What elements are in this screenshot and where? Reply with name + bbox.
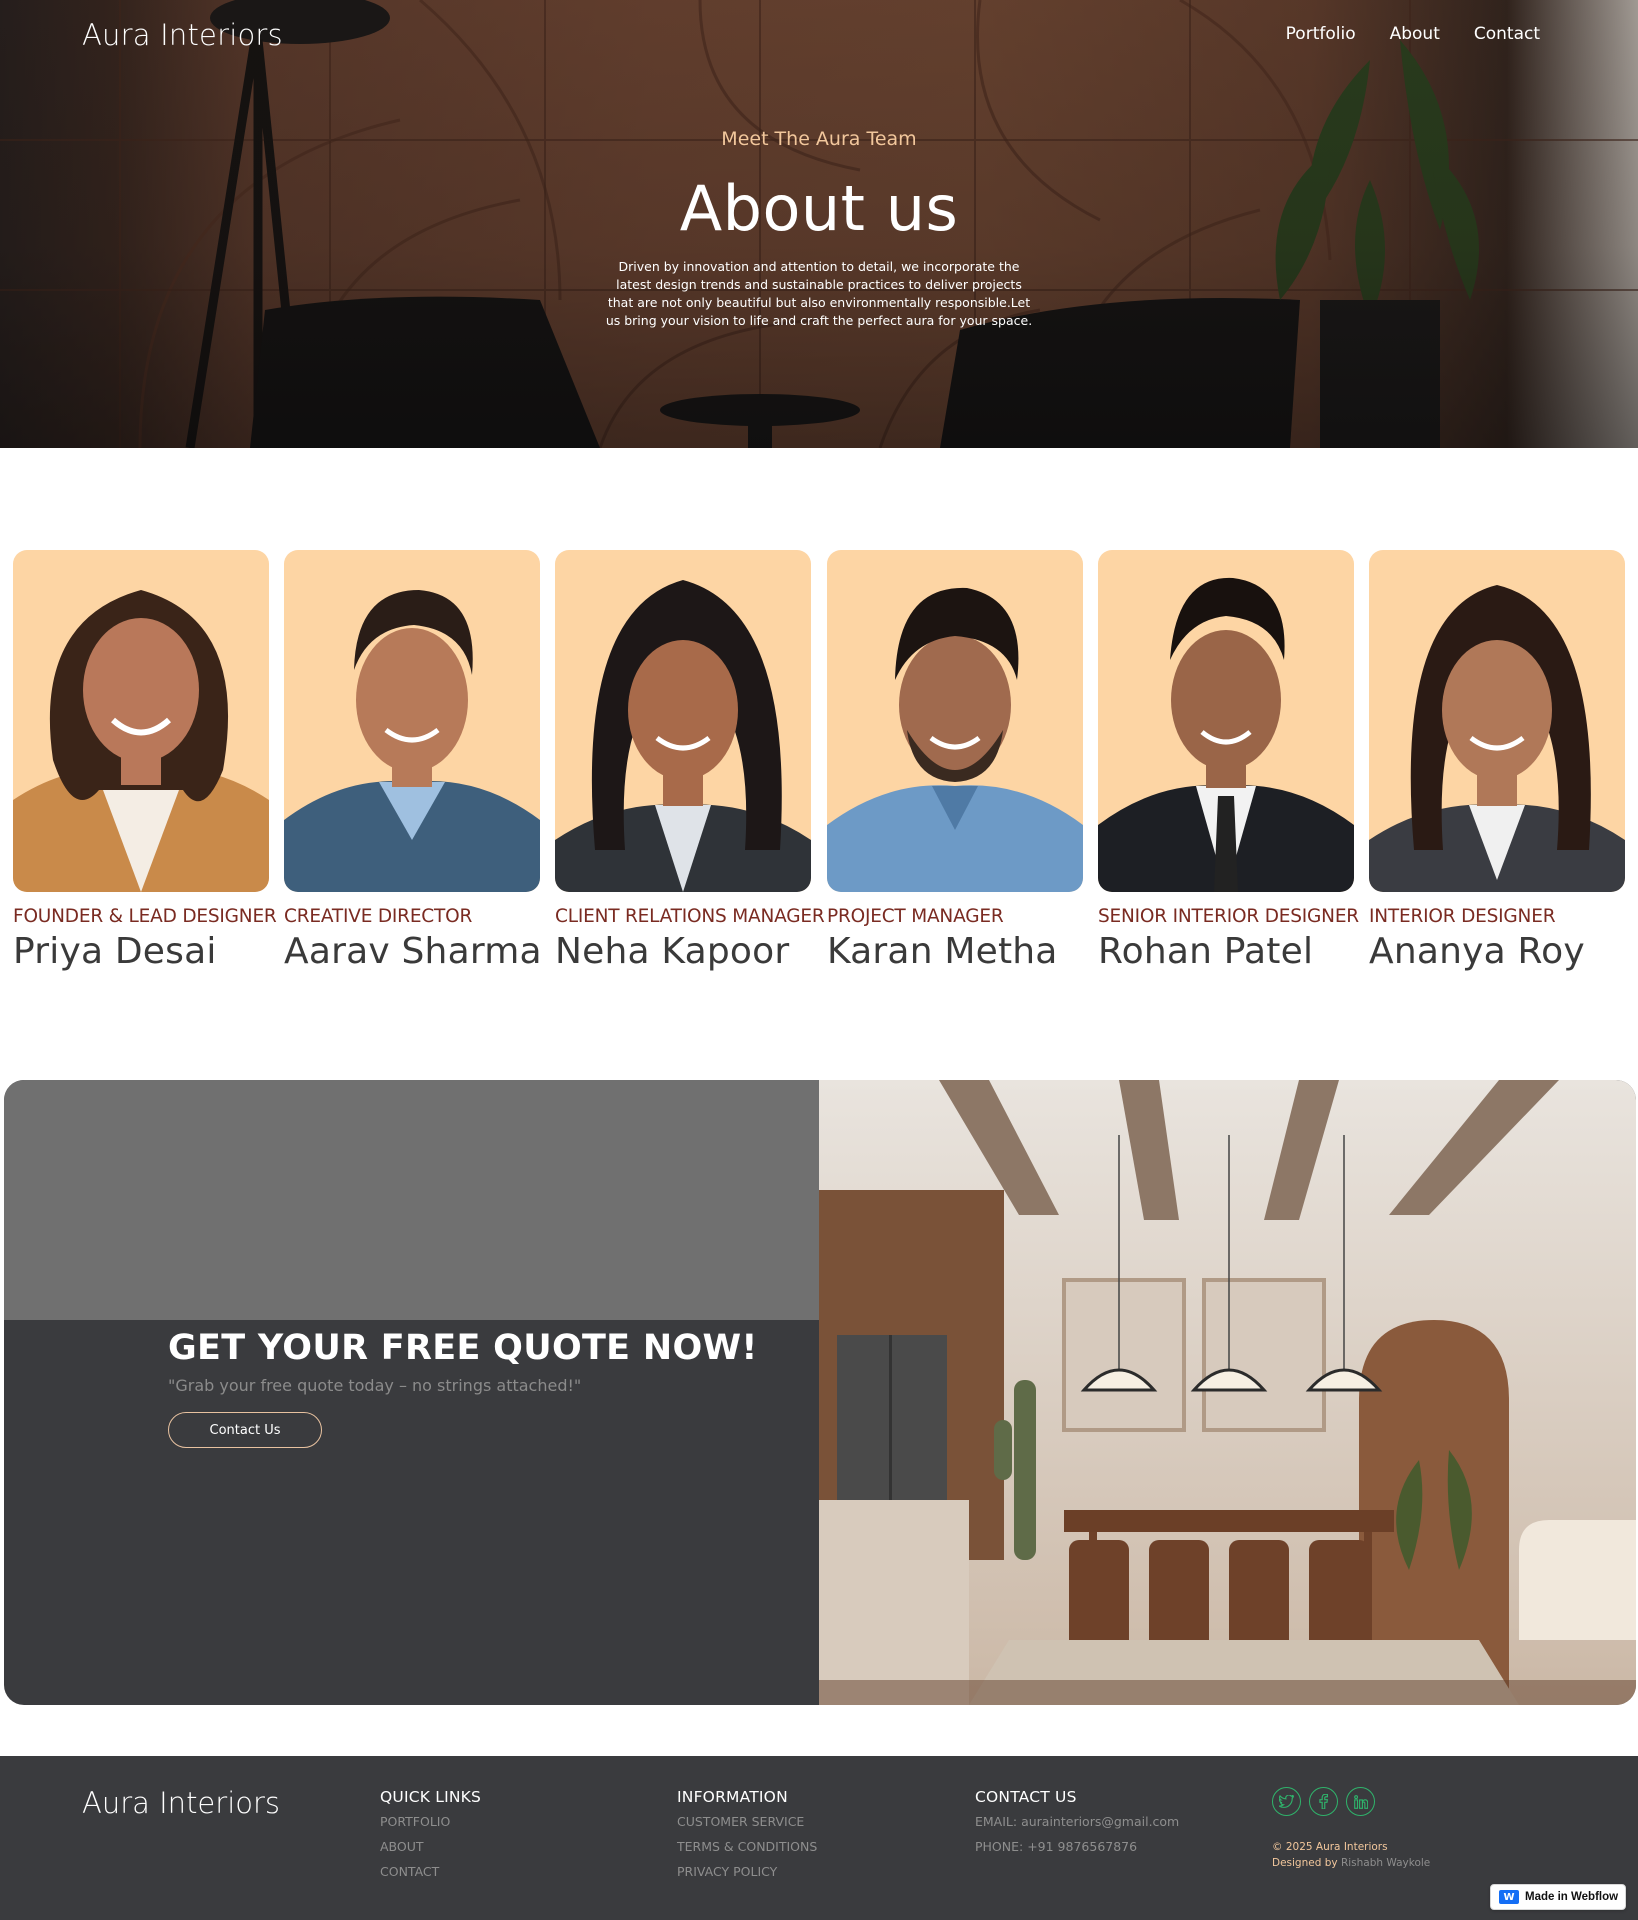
team-member-name: Rohan Patel (1098, 931, 1314, 972)
webflow-logo-icon: W (1499, 1890, 1519, 1904)
footer-information: INFORMATION CUSTOMER SERVICE TERMS & CON… (677, 1788, 817, 1889)
team-member-card: CREATIVE DIRECTOR Aarav Sharma (284, 550, 554, 972)
team-member-role: FOUNDER & LEAD DESIGNER (13, 906, 277, 927)
team-member-photo (1369, 550, 1625, 892)
dining-room-image (819, 1080, 1636, 1705)
team-member-name: Priya Desai (13, 931, 217, 972)
footer-heading: INFORMATION (677, 1788, 788, 1806)
team-member-photo (284, 550, 540, 892)
team-member-name: Neha Kapoor (555, 931, 790, 972)
team-member-card: FOUNDER & LEAD DESIGNER Priya Desai (13, 550, 283, 972)
made-in-webflow-badge[interactable]: W Made in Webflow (1490, 1884, 1626, 1910)
team-member-photo (1098, 550, 1354, 892)
designer-link[interactable]: Rishabh Waykole (1341, 1857, 1430, 1869)
team-member-photo (827, 550, 1083, 892)
footer-email[interactable]: EMAIL: aurainteriors@gmail.com (975, 1814, 1179, 1829)
footer-quick-links: QUICK LINKS PORTFOLIO ABOUT CONTACT (380, 1788, 481, 1889)
facebook-icon[interactable] (1309, 1787, 1338, 1816)
nav-contact-link[interactable]: Contact (1474, 24, 1540, 44)
quote-title: GET YOUR FREE QUOTE NOW! (168, 1328, 758, 1368)
team-member-name: Karan Metha (827, 931, 1058, 972)
hero-section: Aura Interiors Portfolio About Contact M… (0, 0, 1638, 448)
footer-link-about[interactable]: ABOUT (380, 1839, 481, 1854)
footer-link-terms[interactable]: TERMS & CONDITIONS (677, 1839, 817, 1854)
social-links (1272, 1787, 1375, 1816)
team-member-photo (555, 550, 811, 892)
footer-heading: QUICK LINKS (380, 1788, 482, 1806)
quote-section: GET YOUR FREE QUOTE NOW! "Grab your free… (4, 1080, 1636, 1705)
nav-about-link[interactable]: About (1390, 24, 1440, 44)
team-member-card: SENIOR INTERIOR DESIGNER Rohan Patel (1098, 550, 1368, 972)
webflow-badge-label: Made in Webflow (1525, 1891, 1619, 1903)
footer-link-portfolio[interactable]: PORTFOLIO (380, 1814, 481, 1829)
twitter-icon[interactable] (1272, 1787, 1301, 1816)
footer: Aura Interiors QUICK LINKS PORTFOLIO ABO… (0, 1756, 1638, 1920)
team-member-card: PROJECT MANAGER Karan Metha (827, 550, 1097, 972)
team-member-role: CREATIVE DIRECTOR (284, 906, 473, 927)
linkedin-icon[interactable] (1346, 1787, 1375, 1816)
contact-us-button[interactable]: Contact Us (168, 1412, 322, 1448)
nav-portfolio-link[interactable]: Portfolio (1286, 24, 1356, 44)
team-member-name: Ananya Roy (1369, 931, 1585, 972)
team-member-name: Aarav Sharma (284, 931, 542, 972)
hero-eyebrow: Meet The Aura Team (721, 128, 917, 150)
footer-link-privacy[interactable]: PRIVACY POLICY (677, 1864, 817, 1879)
footer-link-contact[interactable]: CONTACT (380, 1864, 481, 1879)
team-member-role: INTERIOR DESIGNER (1369, 906, 1556, 927)
team-member-role: CLIENT RELATIONS MANAGER (555, 906, 825, 927)
team-member-card: INTERIOR DESIGNER Ananya Roy (1369, 550, 1638, 972)
footer-contact: CONTACT US EMAIL: aurainteriors@gmail.co… (975, 1788, 1179, 1864)
footer-logo[interactable]: Aura Interiors (82, 1786, 280, 1820)
footer-link-customer-service[interactable]: CUSTOMER SERVICE (677, 1814, 817, 1829)
designed-by: Designed by Rishabh Waykole (1272, 1855, 1430, 1871)
designed-by-label: Designed by (1272, 1857, 1338, 1869)
main-nav: Portfolio About Contact (1286, 24, 1540, 44)
hero-description: Driven by innovation and attention to de… (605, 259, 1033, 328)
quote-subtitle: "Grab your free quote today – no strings… (168, 1376, 582, 1395)
copyright-text: © 2025 Aura Interiors (1272, 1841, 1388, 1853)
team-member-role: SENIOR INTERIOR DESIGNER (1098, 906, 1359, 927)
team-member-photo (13, 550, 269, 892)
page-title: About us (679, 172, 959, 245)
quote-panel-top (4, 1080, 819, 1320)
team-member-role: PROJECT MANAGER (827, 906, 1004, 927)
footer-heading: CONTACT US (975, 1788, 1077, 1806)
team-member-card: CLIENT RELATIONS MANAGER Neha Kapoor (555, 550, 825, 972)
copyright: © 2025 Aura Interiors Designed by Rishab… (1272, 1839, 1430, 1871)
site-logo[interactable]: Aura Interiors (82, 18, 283, 52)
footer-phone[interactable]: PHONE: +91 9876567876 (975, 1839, 1179, 1854)
team-section: FOUNDER & LEAD DESIGNER Priya Desai CREA… (0, 550, 1638, 980)
